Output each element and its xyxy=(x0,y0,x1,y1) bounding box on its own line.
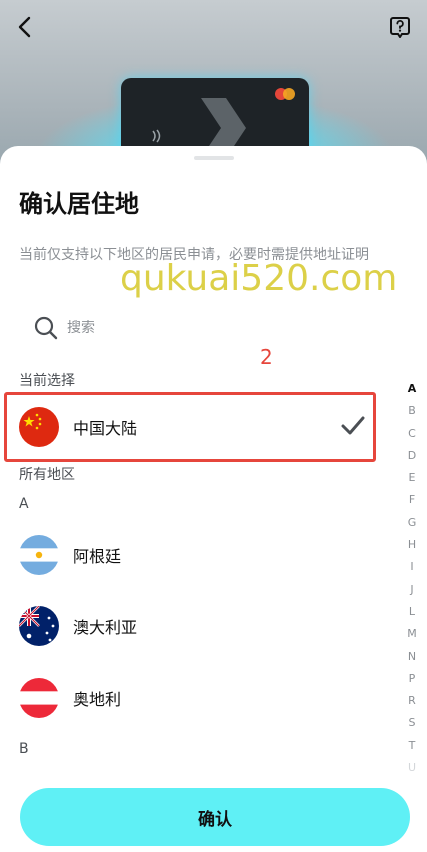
index-letter[interactable]: L xyxy=(409,601,415,623)
annotation-number: 2 xyxy=(260,345,273,369)
index-letter[interactable]: C xyxy=(408,423,416,445)
help-button[interactable] xyxy=(385,12,415,42)
index-letter[interactable]: H xyxy=(408,534,416,556)
current-region-name: 中国大陆 xyxy=(73,419,138,438)
group-letter-a: A xyxy=(19,496,29,512)
nfc-icon xyxy=(152,129,161,143)
card-logo-circle-orange xyxy=(283,88,295,100)
current-selection-label: 当前选择 xyxy=(19,373,75,389)
check-icon xyxy=(341,416,365,435)
argentina-flag-icon xyxy=(19,535,59,575)
index-letter[interactable]: R xyxy=(408,690,416,712)
confirm-button[interactable]: 确认 xyxy=(20,788,410,846)
watermark: qukuai520.com xyxy=(120,258,398,299)
region-row-austria[interactable]: 奥地利 xyxy=(19,676,379,720)
search-bar[interactable] xyxy=(19,312,359,344)
search-input[interactable] xyxy=(67,320,307,336)
index-letter[interactable]: B xyxy=(408,400,416,422)
chevron-left-icon xyxy=(18,16,31,38)
australia-flag-icon xyxy=(19,606,59,646)
index-letter[interactable]: E xyxy=(409,467,416,489)
index-letter[interactable]: M xyxy=(407,623,417,645)
index-letter[interactable]: U xyxy=(408,757,416,779)
index-letter[interactable]: A xyxy=(408,378,417,400)
index-letter[interactable]: I xyxy=(410,556,413,578)
alphabet-index[interactable]: A B C D E F G H I J L M N P R S T U xyxy=(404,378,420,779)
group-letter-b: B xyxy=(19,741,29,757)
page-title: 确认居住地 xyxy=(19,190,139,218)
all-regions-label: 所有地区 xyxy=(19,467,75,483)
back-button[interactable] xyxy=(10,12,40,42)
index-letter[interactable]: F xyxy=(409,489,415,511)
austria-flag-icon xyxy=(19,678,59,718)
region-name: 澳大利亚 xyxy=(73,618,138,637)
index-letter[interactable]: P xyxy=(409,668,416,690)
sheet-grabber[interactable] xyxy=(194,156,234,160)
help-square-icon xyxy=(390,17,410,38)
region-name: 阿根廷 xyxy=(73,547,122,566)
index-letter[interactable]: G xyxy=(408,512,417,534)
index-letter[interactable]: D xyxy=(408,445,416,467)
index-letter[interactable]: S xyxy=(409,712,416,734)
index-letter[interactable]: N xyxy=(408,646,416,668)
search-icon xyxy=(34,316,58,340)
china-flag-icon xyxy=(19,407,59,447)
region-row-argentina[interactable]: 阿根廷 xyxy=(19,533,379,577)
current-region-row[interactable]: 中国大陆 xyxy=(19,405,379,449)
index-letter[interactable]: T xyxy=(409,735,416,757)
region-row-australia[interactable]: 澳大利亚 xyxy=(19,604,379,648)
region-name: 奥地利 xyxy=(73,690,122,709)
index-letter[interactable]: J xyxy=(410,579,413,601)
region-sheet: 确认居住地 当前仅支持以下地区的居民申请，必要时需提供地址证明 当前选择 2 中… xyxy=(0,146,427,852)
